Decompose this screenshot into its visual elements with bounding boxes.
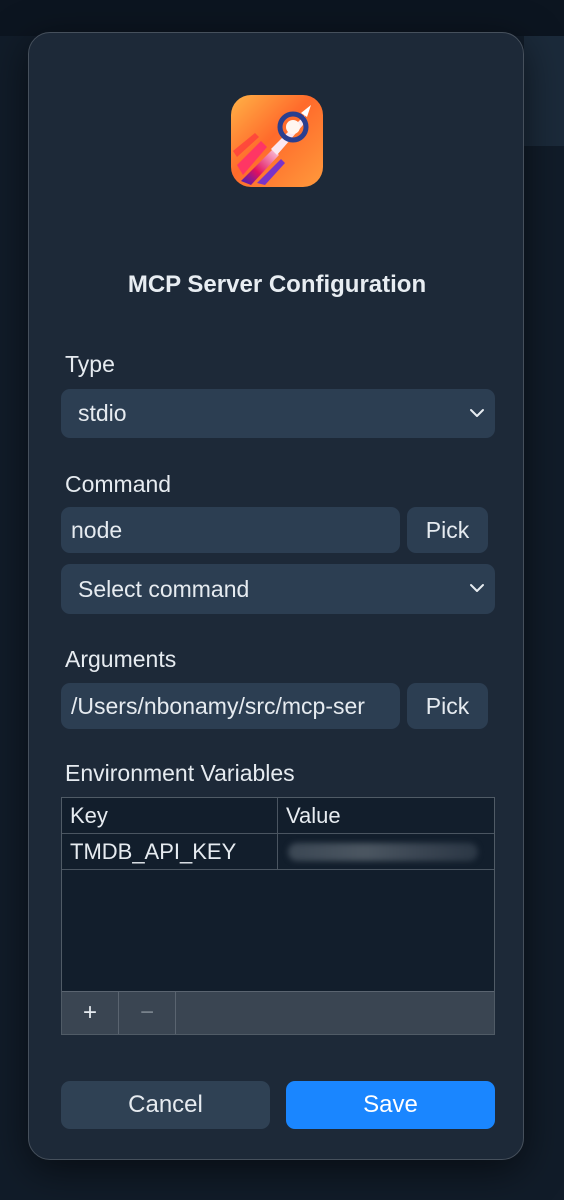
arguments-input-value: /Users/nbonamy/src/mcp-ser [71,692,365,719]
dialog-title: MCP Server Configuration [127,271,427,298]
cancel-label: Cancel [128,1091,203,1118]
env-vars-table: Key Value TMDB_API_KEY + − [61,797,495,1035]
rocket-app-icon [231,95,323,187]
command-select[interactable]: Select command [61,564,495,614]
env-value-cell[interactable] [278,834,494,869]
table-footer: + − [62,991,494,1034]
command-pick-button[interactable]: Pick [407,507,488,553]
command-pick-label: Pick [425,516,470,543]
chevron-down-icon [470,408,484,417]
column-header-value[interactable]: Value [278,798,494,833]
background-panel [524,36,564,146]
save-button[interactable]: Save [286,1081,495,1129]
arguments-pick-button[interactable]: Pick [407,683,488,729]
add-variable-button[interactable]: + [62,992,119,1034]
redacted-value [288,842,478,861]
table-header: Key Value [62,798,494,834]
table-row[interactable]: TMDB_API_KEY [62,834,494,870]
command-input-value: node [71,516,123,543]
mcp-server-dialog: MCP Server Configuration Type stdio Comm… [28,32,524,1160]
command-select-value: Select command [78,575,250,602]
background-band [0,0,564,36]
command-label: Command [65,471,172,497]
remove-variable-button[interactable]: − [119,992,176,1034]
env-vars-label: Environment Variables [65,760,295,786]
type-select-value: stdio [78,400,127,426]
arguments-pick-label: Pick [425,692,470,719]
arguments-label: Arguments [65,646,177,672]
type-label: Type [65,351,115,377]
cancel-button[interactable]: Cancel [61,1081,270,1129]
command-input[interactable]: node [61,507,400,553]
arguments-input[interactable]: /Users/nbonamy/src/mcp-ser [61,683,400,729]
column-header-key[interactable]: Key [62,798,278,833]
save-label: Save [363,1091,418,1118]
env-key-cell[interactable]: TMDB_API_KEY [62,834,278,869]
chevron-down-icon [470,584,484,592]
type-select[interactable]: stdio [61,389,495,438]
